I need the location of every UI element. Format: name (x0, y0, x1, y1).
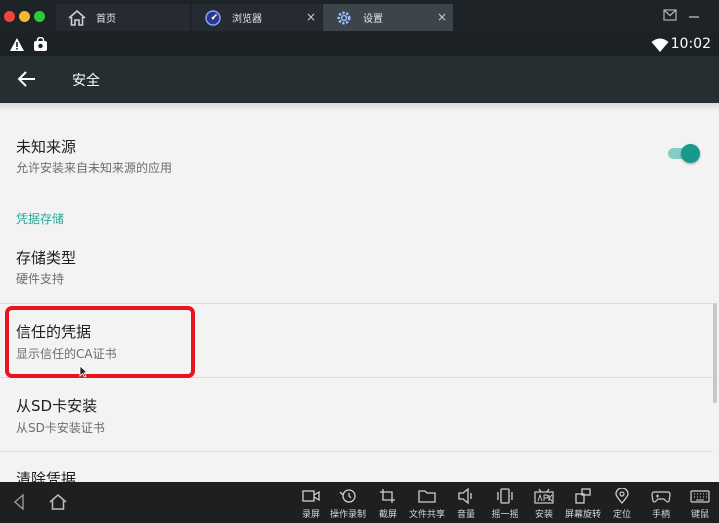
window-maximize-button[interactable] (34, 11, 45, 22)
emulator-title-bar: 首页 浏览器 × 设置 × (0, 0, 719, 33)
window-minimize-button[interactable] (19, 11, 30, 22)
store-bag-icon (33, 36, 48, 56)
macro-record-button[interactable]: 操作录制 (328, 486, 368, 522)
install-apk-button[interactable]: 安装 (524, 486, 564, 522)
tab-label: 设置 (363, 14, 383, 25)
gamepad-button[interactable]: 手柄 (641, 486, 681, 522)
apk-icon (534, 488, 554, 504)
keyboard-icon (690, 490, 710, 503)
nav-home-icon[interactable] (48, 492, 68, 512)
setting-title: 从SD卡安装 (16, 397, 98, 415)
settings-list[interactable]: 未知来源 允许安装来自未知来源的应用 凭据存储 存储类型 硬件支持 信任的凭据 … (0, 103, 719, 482)
android-status-bar: 10:02 (0, 33, 719, 56)
setting-storage-type[interactable]: 存储类型 硬件支持 (0, 231, 713, 303)
scroll-shadow (0, 103, 719, 111)
shake-phone-icon (497, 488, 513, 504)
mouse-cursor-icon (79, 363, 88, 378)
settings-app-bar: 安全 (0, 56, 719, 103)
gamepad-icon (651, 491, 671, 503)
tab-close-icon[interactable]: × (435, 10, 449, 24)
video-camera-icon (302, 490, 320, 502)
speaker-icon (458, 488, 472, 504)
tab-settings[interactable]: 设置 × (323, 4, 453, 31)
macro-icon (339, 489, 356, 503)
gear-icon (333, 10, 355, 26)
minimize-icon[interactable] (688, 9, 700, 25)
tab-browser[interactable]: 浏览器 × (192, 4, 322, 31)
tab-close-icon[interactable]: × (304, 10, 318, 24)
setting-subtitle: 从SD卡安装证书 (16, 421, 105, 435)
setting-title: 清除凭据 (16, 470, 77, 482)
rotate-screen-button[interactable]: 屏幕旋转 (563, 486, 603, 522)
crop-icon (380, 489, 395, 503)
shake-button[interactable]: 摇一摇 (485, 486, 525, 522)
tab-label: 浏览器 (232, 14, 262, 25)
emulator-toolbar: 录屏 操作录制 截屏 文件共享 音量 摇一摇 安装 屏幕旋转 定位 手柄 键鼠 (0, 482, 719, 523)
setting-subtitle: 硬件支持 (16, 272, 65, 286)
unknown-sources-toggle[interactable] (666, 143, 700, 163)
mail-icon[interactable] (663, 9, 677, 25)
setting-install-from-sd[interactable]: 从SD卡安装 从SD卡安装证书 (0, 378, 713, 451)
rotate-icon (575, 488, 591, 504)
back-arrow-icon[interactable] (16, 68, 38, 90)
file-share-button[interactable]: 文件共享 (407, 486, 447, 522)
wifi-icon (651, 37, 669, 56)
tab-label: 首页 (96, 14, 116, 25)
page-title: 安全 (72, 73, 100, 89)
location-pin-icon (615, 488, 629, 504)
warning-icon (9, 37, 25, 56)
folder-icon (418, 490, 436, 503)
setting-subtitle: 允许安装来自未知来源的应用 (16, 161, 173, 175)
screenshot-button[interactable]: 截屏 (368, 486, 408, 522)
category-credential-storage: 凭据存储 (16, 212, 65, 226)
scrollbar[interactable] (713, 303, 717, 403)
status-time: 10:02 (670, 36, 711, 52)
toggle-thumb (681, 144, 700, 163)
window-close-button[interactable] (4, 11, 15, 22)
volume-button[interactable]: 音量 (446, 486, 486, 522)
record-button[interactable]: 录屏 (291, 486, 331, 522)
setting-clear-credentials[interactable]: 清除凭据 (0, 452, 713, 482)
location-button[interactable]: 定位 (602, 486, 642, 522)
red-highlight-box (5, 306, 195, 378)
setting-title: 未知来源 (16, 138, 77, 156)
home-icon (66, 9, 88, 26)
tab-home[interactable]: 首页 (56, 4, 190, 31)
browser-icon (202, 9, 224, 26)
setting-unknown-sources[interactable]: 未知来源 允许安装来自未知来源的应用 (0, 123, 713, 193)
setting-title: 存储类型 (16, 249, 77, 267)
keyboard-mouse-button[interactable]: 键鼠 (680, 486, 719, 522)
nav-back-icon[interactable] (10, 492, 30, 512)
